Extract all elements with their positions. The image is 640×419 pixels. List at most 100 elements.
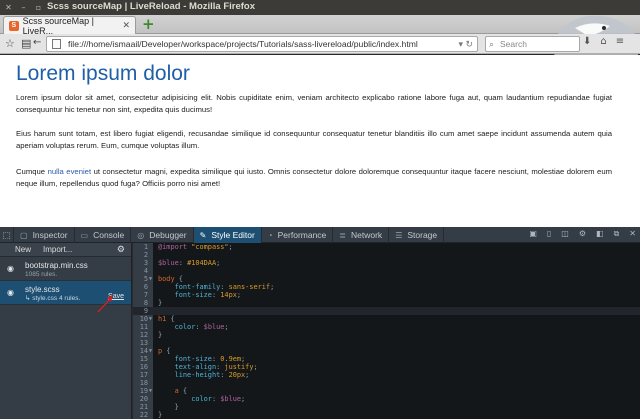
code-line: 7 font-size: 14px; <box>133 291 640 299</box>
inspector-icon: ▢ <box>20 230 28 240</box>
settings-gear-icon[interactable]: ⚙ <box>579 229 586 239</box>
line-number: 14 <box>139 347 148 355</box>
code-line: 14 ▼ p { <box>133 347 640 355</box>
close-devtools-icon[interactable]: ✕ <box>629 229 636 239</box>
back-arrow-icon[interactable]: ← <box>33 37 41 48</box>
new-tab-button[interactable]: + <box>142 15 155 33</box>
code-line: 22} <box>133 411 640 419</box>
new-stylesheet-button[interactable]: New <box>9 245 37 254</box>
annotation-arrow-icon <box>97 295 113 313</box>
code-line: 18 <box>133 379 640 387</box>
fold-icon[interactable]: ▼ <box>149 387 152 395</box>
maximize-window-icon[interactable]: ▫ <box>34 3 43 12</box>
tab-performance[interactable]: ◔ Performance <box>262 227 334 243</box>
navigation-toolbar: ☆ ▤ ← file:///home/ismaail/Developer/wor… <box>0 34 640 54</box>
eye-icon[interactable]: ◉ <box>7 264 14 273</box>
nulla-eveniet-link[interactable]: nulla eveniet <box>48 167 92 176</box>
code-editor[interactable]: 1 @import "compass"; 2 3 $blue: #104DAA; 4… <box>133 243 640 419</box>
page-content: Lorem ipsum dolor Lorem ipsum dolor sit … <box>0 55 640 227</box>
page-icon <box>52 39 61 49</box>
line-number: 10 <box>139 315 148 323</box>
code-line: 19 ▼ a { <box>133 387 640 395</box>
paragraph-2: Eius harum sunt totam, est libero fugiat… <box>16 129 612 150</box>
page-heading: Lorem ipsum dolor <box>16 62 190 85</box>
close-window-icon[interactable]: ✕ <box>4 3 13 12</box>
tab-label: Debugger <box>149 230 187 240</box>
line-number: 2 <box>143 251 148 259</box>
code-line: 3 $blue: #104DAA; <box>133 259 640 267</box>
window-controls: ✕ – ▫ <box>4 3 43 12</box>
tab-storage[interactable]: ☰ Storage <box>389 227 445 243</box>
storage-icon: ☰ <box>395 230 403 240</box>
code-line: 21 } <box>133 403 640 411</box>
tab-style-editor[interactable]: ✎ Style Editor <box>193 227 262 243</box>
line-number: 19 <box>139 387 148 395</box>
tab-inspector[interactable]: ▢ Inspector <box>14 227 75 243</box>
eye-icon[interactable]: ◉ <box>7 288 14 297</box>
code-line: 13 <box>133 339 640 347</box>
devtools-controls: ▣ ▯ ◫ ⚙ ◧ ⧉ ✕ <box>529 229 636 239</box>
url-text: file:///home/ismaail/Developer/workspace… <box>68 39 418 49</box>
line-number: 13 <box>139 339 148 347</box>
downloads-icon[interactable]: ⬇ <box>583 36 591 47</box>
tab-label: Performance <box>277 230 327 240</box>
window-title: Scss sourceMap | LiveReload - Mozilla Fi… <box>47 1 256 12</box>
import-stylesheet-button[interactable]: Import... <box>37 245 78 254</box>
search-icon: ⌕ <box>489 39 495 49</box>
line-number: 3 <box>143 259 148 267</box>
search-input[interactable]: ⌕ Search <box>485 36 580 52</box>
performance-icon: ◔ <box>267 230 273 240</box>
screenshot-icon[interactable]: ◫ <box>561 229 569 239</box>
code-line-current: 9 <box>133 307 640 315</box>
line-number: 15 <box>139 355 148 363</box>
reload-icon[interactable]: ▾ ↻ <box>458 37 473 51</box>
stylesheet-rules: 1085 rules. <box>25 271 58 278</box>
element-picker-icon[interactable]: ⬚ <box>0 227 14 243</box>
code-line: 17 line-height: 20px; <box>133 371 640 379</box>
stylesheet-sidebar: New Import... ⚙ ◉ bootstrap.min.css 1085… <box>0 243 132 419</box>
tab-console[interactable]: ▭ Console <box>75 227 132 243</box>
code-line: 1 @import "compass"; <box>133 243 640 251</box>
line-number: 5 <box>143 275 148 283</box>
search-placeholder: Search <box>500 39 527 49</box>
line-number: 16 <box>139 363 148 371</box>
code-line: 10 ▼ h1 { <box>133 315 640 323</box>
line-number: 11 <box>139 323 148 331</box>
stylesheet-item[interactable]: ◉ bootstrap.min.css 1085 rules. <box>0 257 131 281</box>
responsive-mode-icon[interactable]: ▯ <box>547 229 551 239</box>
split-console-icon[interactable]: ▣ <box>529 229 537 239</box>
home-icon[interactable]: ⌂ <box>600 36 606 47</box>
undock-icon[interactable]: ⧉ <box>614 229 620 239</box>
tab-network[interactable]: ≣ Network <box>333 227 390 243</box>
fold-icon[interactable]: ▼ <box>149 275 152 283</box>
paragraph-3-start: Cumque <box>16 167 48 176</box>
browser-tab[interactable]: S Scss sourceMap | LiveR... ✕ <box>3 15 136 36</box>
bookmarks-menu-icon[interactable]: ▤ <box>21 37 31 50</box>
sidebar-gear-icon[interactable]: ⚙ <box>117 244 125 255</box>
tab-title: Scss sourceMap | LiveR... <box>22 15 94 36</box>
dock-side-icon[interactable]: ◧ <box>596 229 604 239</box>
tab-label: Style Editor <box>211 230 255 240</box>
sidebar-toolbar: New Import... ⚙ <box>0 243 131 257</box>
line-number: 21 <box>139 403 148 411</box>
menu-icon[interactable]: ≡ <box>616 36 624 47</box>
favicon-icon: S <box>9 20 19 31</box>
line-number: 22 <box>139 411 148 419</box>
code-line: 6 font-family: sans-serif; <box>133 283 640 291</box>
url-bar[interactable]: file:///home/ismaail/Developer/workspace… <box>46 36 478 52</box>
fold-icon[interactable]: ▼ <box>149 347 152 355</box>
line-number: 18 <box>139 379 148 387</box>
line-number: 17 <box>139 371 148 379</box>
style-editor-icon: ✎ <box>199 230 207 240</box>
toolbar-icons: ⬇ ⌂ ≡ <box>583 36 624 47</box>
minimize-window-icon[interactable]: – <box>19 3 28 12</box>
line-number: 4 <box>143 267 148 275</box>
fold-icon[interactable]: ▼ <box>149 315 152 323</box>
bookmark-star-icon[interactable]: ☆ <box>5 37 15 50</box>
tab-close-icon[interactable]: ✕ <box>122 20 130 31</box>
tab-debugger[interactable]: ◎ Debugger <box>131 227 194 243</box>
tab-label: Network <box>351 230 383 240</box>
code-line: 2 <box>133 251 640 259</box>
line-number: 12 <box>139 331 148 339</box>
code-line: 12} <box>133 331 640 339</box>
